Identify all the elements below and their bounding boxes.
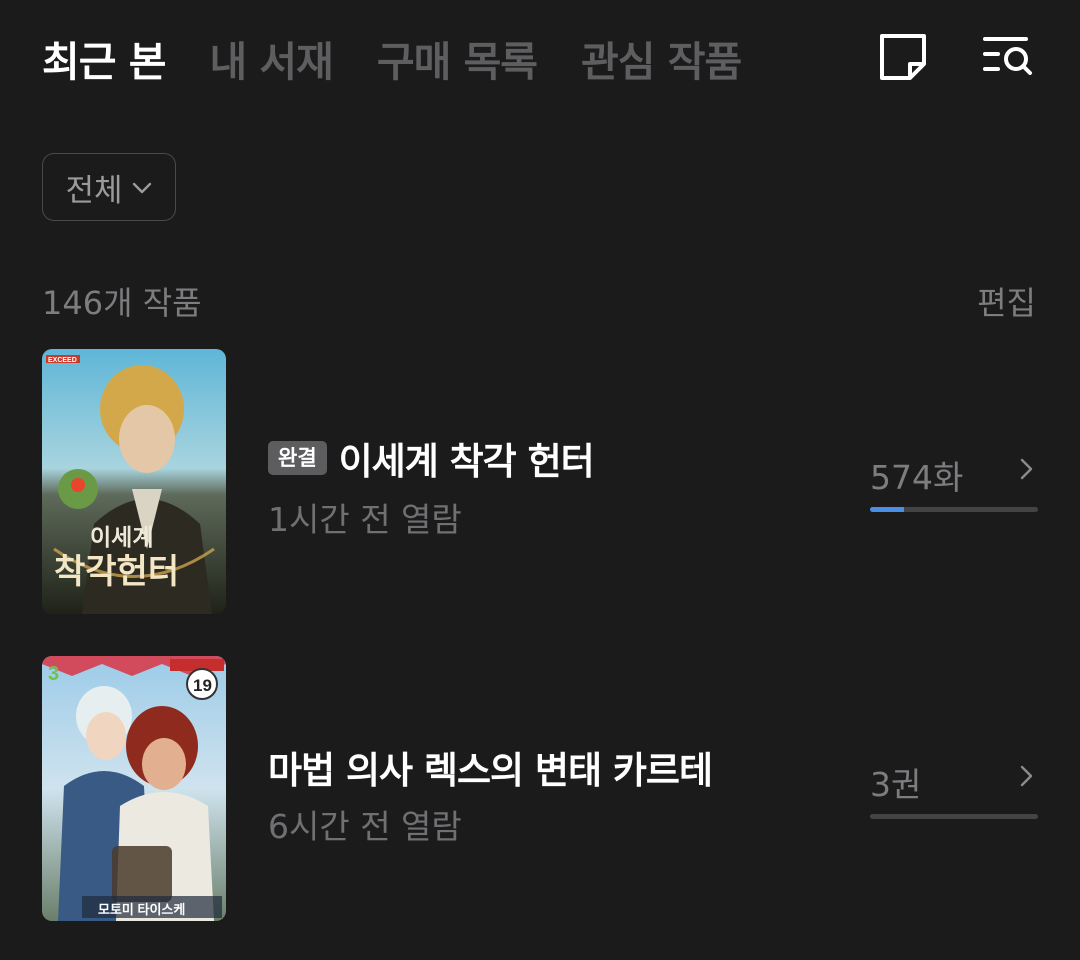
work-count: 146개 작품 [42, 284, 202, 322]
tab-favorites[interactable]: 관심 작품 [581, 28, 742, 88]
top-tab-bar: 최근 본 내 서재 구매 목록 관심 작품 [42, 28, 742, 88]
read-progress-bar [870, 814, 1038, 819]
read-progress-bar [870, 507, 1038, 512]
tab-my-library[interactable]: 내 서재 [209, 28, 333, 88]
svg-text:3: 3 [48, 663, 59, 685]
book-cover: EXCEED 이세계 착각헌터 [42, 349, 226, 614]
edit-button[interactable]: 편집 [977, 278, 1036, 324]
filter-dropdown[interactable]: 전체 [42, 153, 176, 221]
list-item[interactable]: 3 19 모토미 타이스케 마법 의사 렉스의 변태 카르테 6시간 전 열람 … [0, 656, 1080, 922]
title-row: 마법 의사 렉스의 변태 카르테 [268, 740, 713, 794]
svg-text:EXCEED: EXCEED [48, 357, 77, 364]
tab-purchases[interactable]: 구매 목록 [377, 28, 538, 88]
status-badge: 완결 [268, 441, 327, 475]
list-item[interactable]: EXCEED 이세계 착각헌터 완결 이세계 착각 헌터 1시간 전 열람 57… [0, 349, 1080, 615]
list-search-icon[interactable] [980, 30, 1034, 84]
item-title: 마법 의사 렉스의 변태 카르테 [268, 749, 713, 792]
item-title: 이세계 착각 헌터 [338, 440, 595, 483]
chevron-right-icon [1020, 458, 1033, 480]
memo-note-icon[interactable] [876, 30, 930, 84]
svg-text:모토미 타이스케: 모토미 타이스케 [98, 902, 185, 917]
svg-text:착각헌터: 착각헌터 [54, 552, 179, 592]
last-read-time: 1시간 전 열람 [268, 500, 462, 539]
chevron-right-icon [1020, 765, 1033, 787]
volume-count: 3권 [870, 765, 922, 804]
svg-text:19: 19 [193, 676, 212, 695]
filter-label: 전체 [65, 172, 123, 209]
read-progress-fill [870, 507, 904, 512]
title-row: 완결 이세계 착각 헌터 [268, 431, 595, 485]
episode-count: 574화 [870, 458, 964, 497]
tab-recent[interactable]: 최근 본 [42, 28, 166, 88]
chevron-down-icon [132, 182, 151, 194]
last-read-time: 6시간 전 열람 [268, 807, 462, 846]
book-cover: 3 19 모토미 타이스케 [42, 656, 226, 921]
svg-text:이세계: 이세계 [90, 524, 153, 551]
